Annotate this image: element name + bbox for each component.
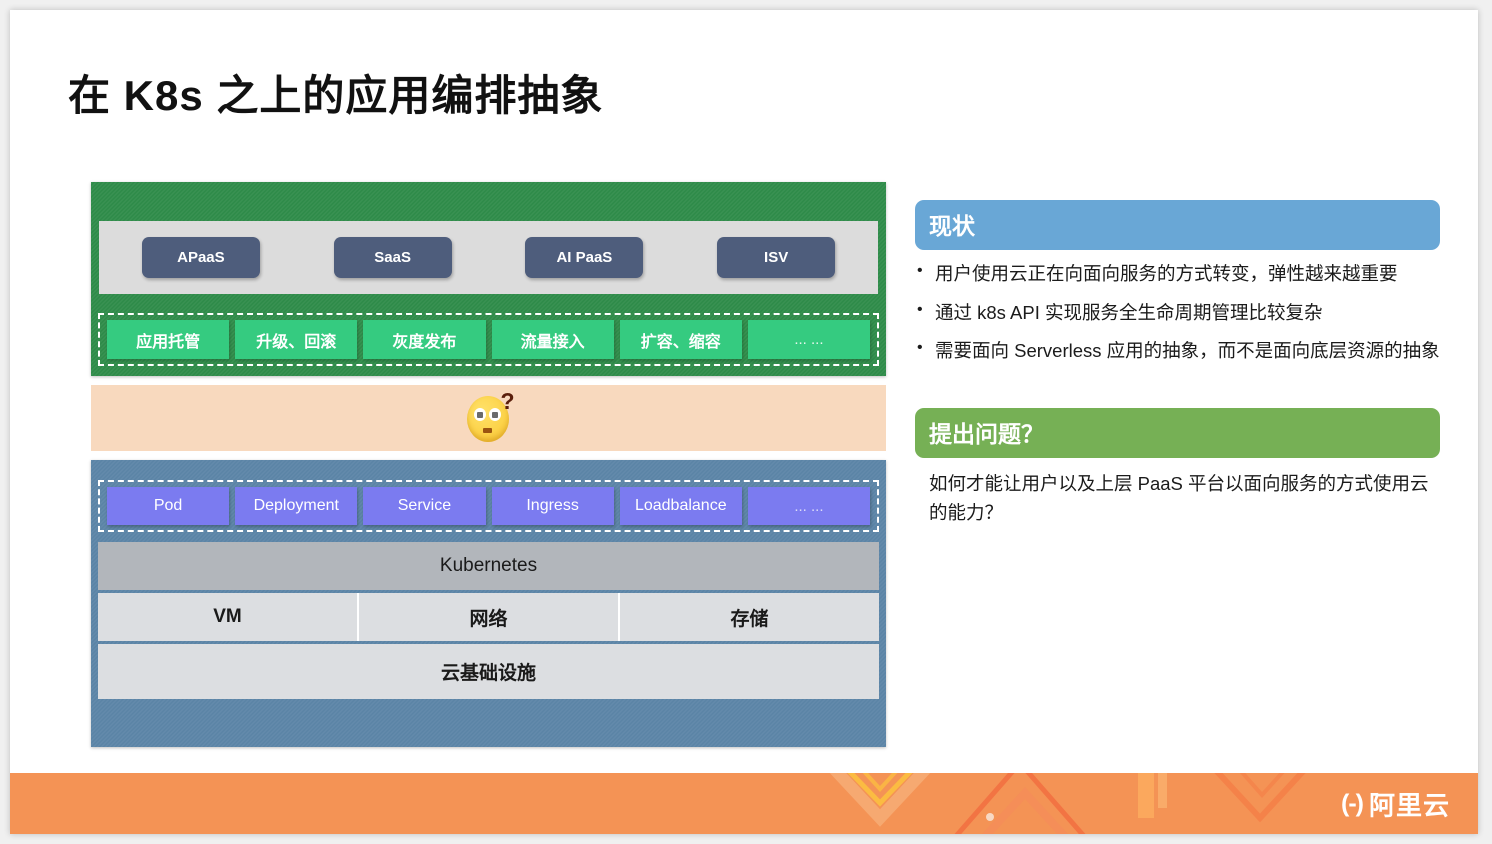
gap-layer: ? (91, 385, 886, 451)
page-title: 在 K8s 之上的应用编排抽象 (68, 72, 604, 119)
capability-group: 应用托管 升级、回滚 灰度发布 流量接入 扩容、缩容 ... ... (98, 313, 879, 366)
capability-box-traffic-ingress[interactable]: 流量接入 (491, 320, 614, 359)
kubernetes-layer: Pod Deployment Service Ingress Loadbalan… (91, 460, 886, 747)
alibaba-cloud-logo-icon: (-) (1341, 789, 1364, 817)
status-bullet-1: 用户使用云正在向面向服务的方式转变，弹性越来越重要 (915, 259, 1440, 289)
kubernetes-row: Kubernetes (98, 542, 879, 590)
capability-box-hosting[interactable]: 应用托管 (107, 320, 230, 359)
capability-box-upgrade-rollback[interactable]: 升级、回滚 (235, 320, 358, 359)
consumer-pill-apaas[interactable]: APaaS (141, 237, 260, 278)
consumer-pill-ai-paas[interactable]: AI PaaS (525, 237, 644, 278)
right-panel: 现状 用户使用云正在向面向服务的方式转变，弹性越来越重要 通过 k8s API … (915, 200, 1440, 527)
k8s-resource-ingress[interactable]: Ingress (491, 487, 614, 525)
emoji-eye-left (473, 408, 486, 421)
emoji-mouth (482, 428, 492, 433)
question-block: 提出问题？ 如何才能让用户以及上层 PaaS 平台以面向服务的方式使用云的能力？ (915, 408, 1440, 527)
alibaba-cloud-brand: (-) 阿里云 (1341, 785, 1450, 822)
infra-cell-network: 网络 (359, 593, 620, 641)
capability-box-scaling[interactable]: 扩容、缩容 (619, 320, 742, 359)
emoji-eye-right (488, 408, 501, 421)
k8s-resource-group: Pod Deployment Service Ingress Loadbalan… (98, 480, 879, 532)
capability-box-more[interactable]: ... ... (747, 320, 871, 359)
consumer-band: APaaS SaaS AI PaaS ISV (99, 221, 878, 294)
infra-cell-vm: VM (98, 593, 359, 641)
architecture-diagram: APaaS SaaS AI PaaS ISV 应用托管 升级、回滚 灰度发布 流… (91, 182, 886, 747)
status-bullet-2: 通过 k8s API 实现服务全生命周期管理比较复杂 (915, 298, 1440, 328)
status-header: 现状 (915, 200, 1440, 250)
cloud-infrastructure-row: 云基础设施 (98, 644, 879, 699)
consumer-pill-saas[interactable]: SaaS (333, 237, 452, 278)
alibaba-cloud-brand-text: 阿里云 (1368, 790, 1450, 820)
footer-chevron-graphics (10, 773, 1478, 834)
infra-resource-row: VM 网络 存储 (98, 593, 879, 641)
infra-cell-storage: 存储 (730, 608, 769, 630)
status-block: 现状 用户使用云正在向面向服务的方式转变，弹性越来越重要 通过 k8s API … (915, 200, 1440, 366)
k8s-resource-pod[interactable]: Pod (107, 487, 230, 525)
confused-face-emoji-icon: ? (465, 388, 515, 444)
k8s-resource-loadbalance[interactable]: Loadbalance (619, 487, 742, 525)
capability-box-canary-release[interactable]: 灰度发布 (363, 320, 486, 359)
k8s-resource-deployment[interactable]: Deployment (235, 487, 358, 525)
question-header: 提出问题？ (915, 408, 1440, 459)
slide-canvas: 在 K8s 之上的应用编排抽象 APaaS SaaS AI PaaS ISV 应… (10, 10, 1478, 834)
footer-bar: (-) 阿里云 (10, 773, 1478, 834)
platform-layer: APaaS SaaS AI PaaS ISV 应用托管 升级、回滚 灰度发布 流… (91, 182, 886, 376)
status-bullet-list: 用户使用云正在向面向服务的方式转变，弹性越来越重要 通过 k8s API 实现服… (915, 259, 1440, 366)
question-body: 如何才能让用户以及上层 PaaS 平台以面向服务的方式使用云的能力？ (929, 473, 1429, 524)
question-mark-icon: ? (500, 388, 515, 414)
consumer-pill-isv[interactable]: ISV (717, 237, 836, 278)
k8s-resource-service[interactable]: Service (363, 487, 486, 525)
status-bullet-3: 需要面向 Serverless 应用的抽象，而不是面向底层资源的抽象 (915, 336, 1440, 366)
k8s-resource-more[interactable]: ... ... (747, 487, 871, 525)
